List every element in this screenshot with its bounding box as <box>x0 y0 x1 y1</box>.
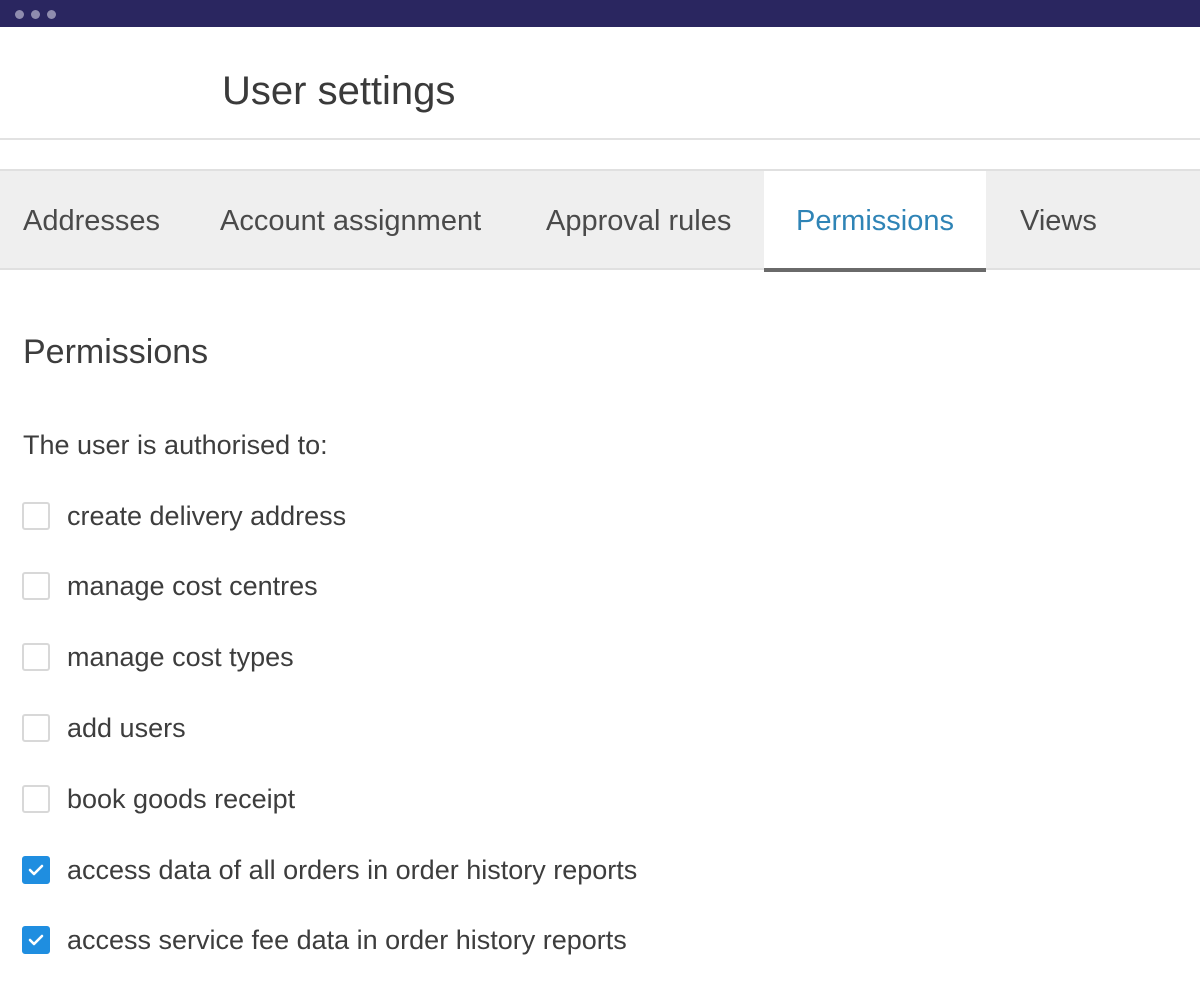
permission-access-service-fee[interactable]: access service fee data in order history… <box>22 924 627 956</box>
tab-approval-rules[interactable]: Approval rules <box>546 171 731 270</box>
permission-label: book goods receipt <box>67 784 296 814</box>
section-title: Permissions <box>23 333 209 371</box>
permission-book-goods-receipt[interactable]: book goods receipt <box>22 783 295 815</box>
checkbox[interactable] <box>22 714 50 742</box>
tab-permissions[interactable]: Permissions <box>764 171 986 272</box>
permission-label: manage cost centres <box>67 571 318 601</box>
page-header: User settings <box>0 27 1200 140</box>
permission-access-all-orders[interactable]: access data of all orders in order histo… <box>22 854 637 886</box>
checkmark-icon <box>28 934 44 946</box>
window-dot-icon <box>47 10 56 19</box>
tab-bar: Addresses Account assignment Approval ru… <box>0 169 1200 272</box>
tab-account-assignment[interactable]: Account assignment <box>220 171 481 270</box>
checkmark-icon <box>28 864 44 876</box>
permission-manage-cost-types[interactable]: manage cost types <box>22 641 294 673</box>
permission-label: access data of all orders in order histo… <box>67 855 638 885</box>
checkbox[interactable] <box>22 856 50 884</box>
tab-views[interactable]: Views <box>1020 171 1097 270</box>
permission-label: create delivery address <box>67 501 347 531</box>
window-dot-icon <box>31 10 40 19</box>
permissions-intro: The user is authorised to: <box>23 430 328 460</box>
permission-create-delivery-address[interactable]: create delivery address <box>22 500 346 532</box>
page-title: User settings <box>222 69 456 113</box>
permission-label: access service fee data in order history… <box>67 925 627 955</box>
checkbox[interactable] <box>22 926 50 954</box>
window-dot-icon <box>15 10 24 19</box>
window-titlebar <box>0 0 1200 27</box>
permission-add-users[interactable]: add users <box>22 712 186 744</box>
checkbox[interactable] <box>22 643 50 671</box>
tab-addresses[interactable]: Addresses <box>23 171 160 270</box>
permission-label: add users <box>67 713 186 743</box>
checkbox[interactable] <box>22 572 50 600</box>
permission-manage-cost-centres[interactable]: manage cost centres <box>22 570 318 602</box>
permission-label: manage cost types <box>67 642 294 672</box>
checkbox[interactable] <box>22 785 50 813</box>
checkbox[interactable] <box>22 502 50 530</box>
